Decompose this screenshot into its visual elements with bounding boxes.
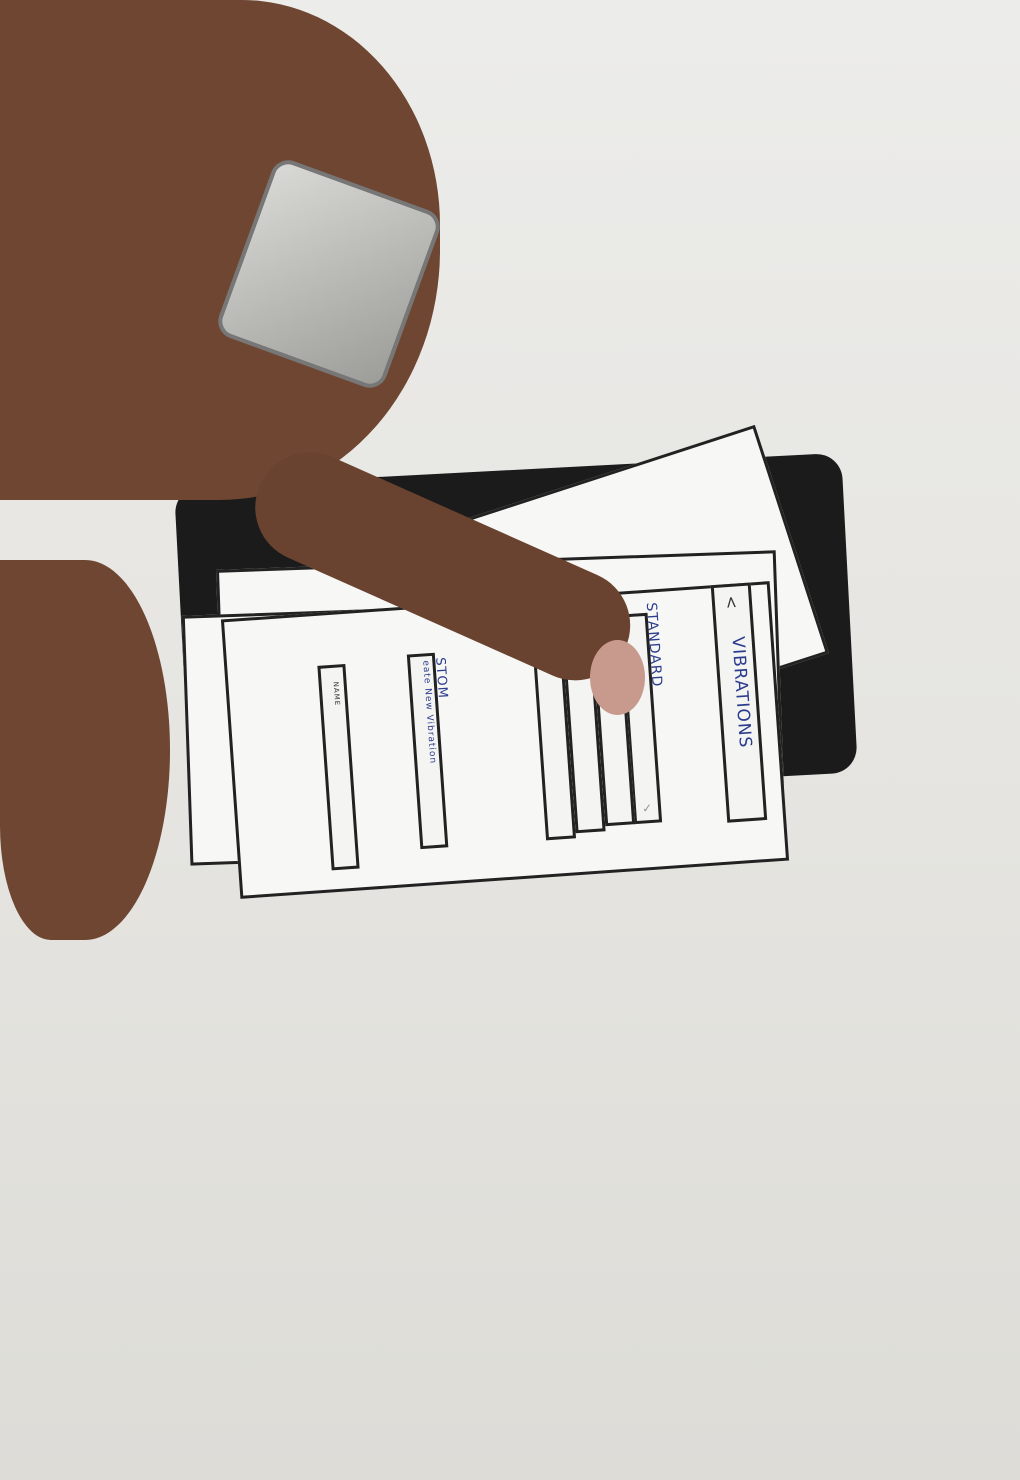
checkmark-icon: ✓ [641,800,653,816]
back-icon[interactable]: < [722,595,742,610]
fingernail [590,640,645,715]
header-bar: < VIBRATIONS [710,582,768,823]
name-placeholder: NAME [331,681,342,707]
thumb [0,560,170,940]
name-input[interactable]: NAME [317,663,360,871]
screen-title: VIBRATIONS [727,635,756,749]
create-new-vibration-label: eate New Vibration [420,660,438,765]
